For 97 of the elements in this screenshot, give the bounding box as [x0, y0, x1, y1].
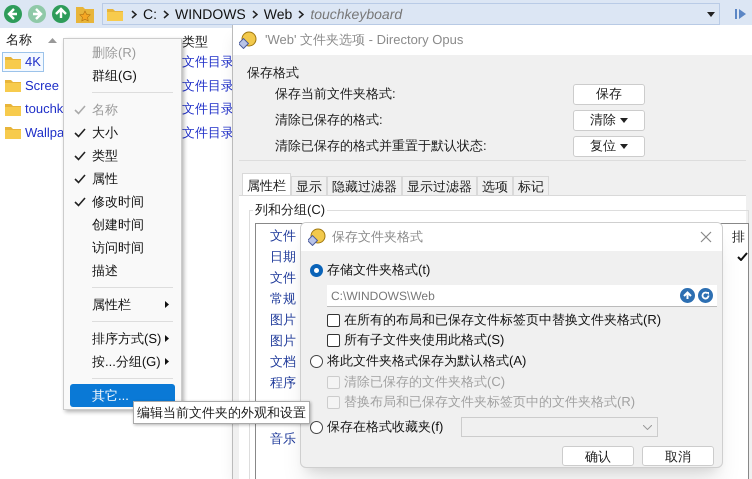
folder-icon — [107, 8, 123, 20]
group-title: 保存格式 — [247, 64, 299, 82]
window-title: 'Web' 文件夹选项 - Directory Opus — [265, 31, 464, 50]
list-item[interactable]: 日期 — [270, 247, 296, 266]
chevron-icon — [298, 10, 304, 18]
checkmark-icon — [74, 196, 86, 206]
tooltip: 编辑当前文件夹的外观和设置 — [133, 401, 310, 424]
menu-item[interactable]: 属性栏 — [70, 293, 175, 316]
sort-ascending-icon — [48, 38, 57, 42]
option-label[interactable]: 将此文件夹格式保存为默认格式(A) — [327, 351, 526, 371]
menu-item[interactable]: 描述 — [70, 259, 175, 282]
caret-icon — [620, 118, 628, 122]
list-item[interactable]: 图片 — [270, 310, 296, 330]
breadcrumb-segment[interactable]: touchkeyboard — [310, 4, 402, 24]
checkmark-icon — [74, 174, 86, 184]
save-button[interactable]: 保存 — [573, 84, 645, 104]
chevron-icon — [131, 10, 137, 18]
caret-icon — [620, 144, 628, 148]
option-label[interactable]: 在所有的布局和已保存文件标签页中替换文件夹格式(R) — [344, 310, 662, 330]
type-cell-text: 文件目录 — [182, 76, 234, 95]
cancel-button[interactable]: 取消 — [642, 446, 714, 466]
tab[interactable]: 选项 — [477, 176, 513, 195]
field-label: 保存当前文件夹格式: — [275, 85, 396, 104]
file-row[interactable]: Scree — [2, 76, 62, 96]
dropdown-caret-icon[interactable] — [707, 12, 715, 16]
option-label[interactable]: 保存在格式收藏夹(f) — [327, 417, 444, 437]
chevron-icon — [252, 10, 258, 18]
radio-button[interactable] — [310, 264, 323, 276]
column-header: 排 — [732, 228, 745, 246]
confirm-button[interactable]: 确认 — [562, 446, 634, 466]
breadcrumb-segment[interactable]: Web — [264, 4, 292, 24]
list-item[interactable]: 程序 — [270, 373, 296, 392]
menu-item[interactable]: 大小 — [70, 121, 175, 144]
dropdown-button[interactable]: 清除 — [573, 110, 645, 130]
checkmark-icon — [74, 150, 86, 160]
folder-icon — [5, 79, 21, 92]
menu-item[interactable]: 其它... — [70, 384, 175, 407]
file-row[interactable]: touchk — [2, 99, 66, 119]
menu-item[interactable]: 群组(G) — [70, 64, 175, 87]
list-item[interactable]: 文档 — [270, 352, 296, 372]
menu-item[interactable]: 类型 — [70, 144, 175, 167]
group-title: 列和分组(C) — [253, 200, 328, 220]
dialog-title: 保存文件夹格式 — [332, 228, 424, 246]
field-label: 清除已保存的格式: — [275, 111, 383, 130]
dropdown-button[interactable]: 复位 — [573, 136, 645, 156]
file-row[interactable]: 4K — [2, 52, 44, 72]
tab[interactable]: 显示过滤器 — [402, 176, 477, 195]
field-label: 清除已保存的格式并重置于默认状态: — [275, 137, 487, 156]
panel-toggle-icon[interactable] — [734, 7, 748, 21]
type-cell-text: 文件目录 — [182, 100, 234, 118]
submenu-arrow-icon — [165, 335, 169, 342]
tab[interactable]: 标记 — [513, 176, 549, 195]
address-bar[interactable]: C: WINDOWS Web touchkeyboard — [102, 3, 720, 25]
folder-icon — [5, 102, 21, 116]
list-item[interactable]: 文件 — [270, 226, 296, 246]
refresh-icon[interactable] — [698, 288, 713, 303]
checkbox[interactable] — [327, 314, 340, 326]
menu-item[interactable]: 排序方式(S) — [70, 327, 175, 350]
checkmark-icon — [74, 128, 86, 138]
submenu-arrow-icon — [165, 358, 169, 365]
column-header[interactable]: 类型 — [182, 32, 208, 52]
dropdown-caret-icon — [643, 424, 652, 430]
chevron-icon — [163, 10, 169, 18]
radio-button[interactable] — [310, 420, 323, 434]
option-label[interactable]: 所有子文件夹使用此格式(S) — [344, 330, 504, 350]
menu-item[interactable]: 按...分组(G) — [70, 350, 175, 373]
column-header[interactable]: 名称 — [6, 30, 62, 50]
folder-icon — [5, 126, 21, 139]
submenu-arrow-icon — [165, 301, 169, 308]
type-cell-text: 文件目录 — [182, 124, 234, 142]
favorites-star-icon[interactable] — [75, 4, 95, 24]
option-label[interactable]: 存储文件夹格式(t) — [327, 260, 430, 280]
checkmark-icon — [737, 252, 748, 261]
checkmark-icon — [74, 104, 86, 114]
list-item[interactable]: 文件 — [270, 268, 296, 288]
app-icon — [308, 228, 326, 246]
path-field[interactable]: C:\WINDOWS\Web — [327, 285, 717, 307]
up-arrow-icon[interactable] — [680, 288, 695, 303]
breadcrumb-segment[interactable]: C: — [143, 4, 157, 24]
list-item[interactable]: 常规 — [270, 289, 296, 308]
menu-item[interactable]: 创建时间 — [70, 213, 175, 236]
tab[interactable]: 属性栏 — [242, 173, 291, 195]
file-row[interactable]: Wallpa — [2, 122, 68, 142]
type-cell-text: 文件目录 — [182, 53, 234, 72]
checkbox[interactable] — [327, 334, 340, 346]
menu-item[interactable]: 访问时间 — [70, 236, 175, 259]
radio-button[interactable] — [310, 354, 323, 368]
tab[interactable]: 显示 — [291, 176, 327, 195]
list-item[interactable]: 图片 — [270, 331, 296, 350]
list-item[interactable]: 音乐 — [270, 429, 296, 448]
app-icon — [239, 31, 257, 49]
folder-icon — [5, 56, 21, 68]
close-icon[interactable] — [700, 231, 712, 243]
tab[interactable]: 隐藏过滤器 — [327, 176, 402, 195]
menu-item[interactable]: 属性 — [70, 167, 175, 190]
breadcrumb-segment[interactable]: WINDOWS — [175, 4, 246, 24]
menu-item[interactable]: 修改时间 — [70, 190, 175, 213]
